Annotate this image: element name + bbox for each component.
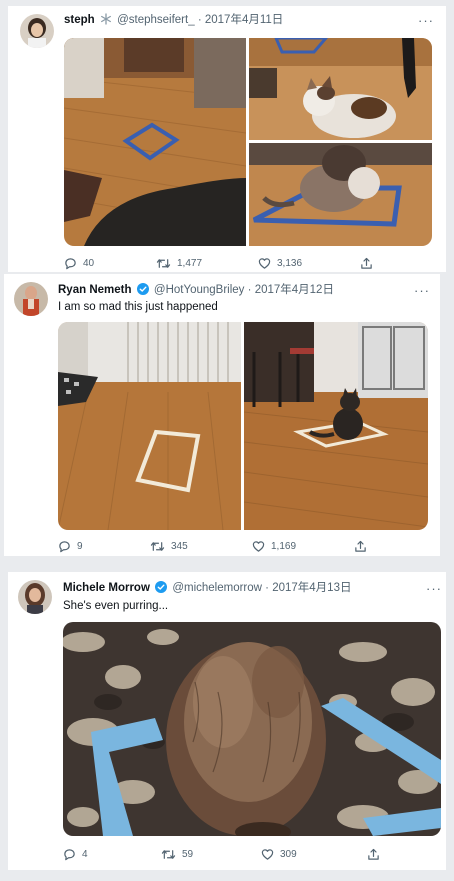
- snowflake-badge-icon: [100, 13, 112, 29]
- retweet-button[interactable]: 345: [150, 538, 188, 554]
- separator-dot: ·: [247, 284, 252, 296]
- action-bar: 9 345 1,169: [58, 538, 428, 554]
- tweet-card: steph @stephseifert_ · 2017年4月11日 ··· 40…: [8, 6, 446, 272]
- like-button[interactable]: 1,169: [252, 538, 296, 554]
- verified-badge-icon: [155, 581, 168, 597]
- separator-dot: ·: [265, 582, 269, 594]
- like-button[interactable]: 309: [261, 846, 297, 862]
- share-icon: [360, 257, 373, 270]
- like-count: 1,169: [271, 540, 297, 552]
- avatar[interactable]: [20, 14, 54, 48]
- like-count: 3,136: [277, 257, 303, 269]
- action-bar: 4 59 309: [63, 846, 443, 862]
- retweet-count: 345: [171, 540, 188, 552]
- retweet-icon: [156, 257, 171, 270]
- handle[interactable]: @michelemorrow: [172, 582, 262, 594]
- timestamp[interactable]: 2017年4月13日: [272, 582, 351, 594]
- avatar[interactable]: [14, 282, 48, 316]
- heart-icon: [252, 540, 265, 553]
- display-name[interactable]: Michele Morrow: [63, 582, 150, 594]
- handle[interactable]: @stephseifert_: [117, 14, 195, 26]
- share-icon: [367, 848, 380, 861]
- action-bar: 40 1,477 3,136: [64, 255, 434, 271]
- reply-icon: [63, 848, 76, 861]
- tweet-card: Michele Morrow @michelemorrow · 2017年4月1…: [8, 572, 446, 870]
- tweet-media[interactable]: [63, 622, 441, 836]
- reply-count: 4: [82, 848, 88, 860]
- avatar[interactable]: [18, 580, 52, 614]
- retweet-count: 1,477: [177, 257, 203, 269]
- share-button[interactable]: [354, 538, 367, 554]
- share-button[interactable]: [360, 255, 373, 271]
- share-icon: [354, 540, 367, 553]
- retweet-count: 59: [182, 848, 194, 860]
- retweet-icon: [150, 540, 165, 553]
- media-photo[interactable]: [64, 38, 247, 246]
- media-photo[interactable]: [58, 322, 241, 530]
- display-name[interactable]: Ryan Nemeth: [58, 284, 132, 296]
- media-photo[interactable]: [249, 143, 432, 246]
- tweet-header: Ryan Nemeth @HotYoungBriley · 2017年4月12日: [58, 283, 334, 299]
- tweet-header: Michele Morrow @michelemorrow · 2017年4月1…: [63, 581, 351, 597]
- retweet-button[interactable]: 1,477: [156, 255, 202, 271]
- reply-count: 40: [83, 257, 95, 269]
- retweet-icon: [161, 848, 176, 861]
- tweet-text: I am so mad this just happened: [58, 301, 218, 313]
- tweet-card: Ryan Nemeth @HotYoungBriley · 2017年4月12日…: [4, 274, 440, 556]
- display-name[interactable]: steph: [64, 14, 95, 26]
- timestamp[interactable]: 2017年4月12日: [255, 284, 334, 296]
- media-photo[interactable]: [243, 322, 428, 530]
- reply-button[interactable]: 9: [58, 538, 83, 554]
- tweet-media[interactable]: [64, 38, 432, 246]
- like-button[interactable]: 3,136: [258, 255, 302, 271]
- share-button[interactable]: [367, 846, 380, 862]
- handle[interactable]: @HotYoungBriley: [154, 284, 245, 296]
- media-photo[interactable]: [249, 38, 432, 140]
- more-options-icon[interactable]: ···: [414, 284, 430, 297]
- retweet-button[interactable]: 59: [161, 846, 193, 862]
- like-count: 309: [280, 848, 297, 860]
- reply-button[interactable]: 4: [63, 846, 88, 862]
- heart-icon: [258, 257, 271, 270]
- media-photo[interactable]: [63, 622, 441, 836]
- tweet-text: She's even purring...: [63, 600, 169, 612]
- more-options-icon[interactable]: ···: [426, 582, 442, 595]
- heart-icon: [261, 848, 274, 861]
- separator-dot: ·: [197, 14, 202, 26]
- reply-icon: [64, 257, 77, 270]
- timestamp[interactable]: 2017年4月11日: [205, 14, 283, 26]
- reply-button[interactable]: 40: [64, 255, 94, 271]
- tweet-media[interactable]: [58, 322, 428, 530]
- reply-count: 9: [77, 540, 83, 552]
- tweet-header: steph @stephseifert_ · 2017年4月11日: [64, 13, 283, 29]
- reply-icon: [58, 540, 71, 553]
- more-options-icon[interactable]: ···: [418, 14, 434, 27]
- verified-badge-icon: [136, 283, 149, 299]
